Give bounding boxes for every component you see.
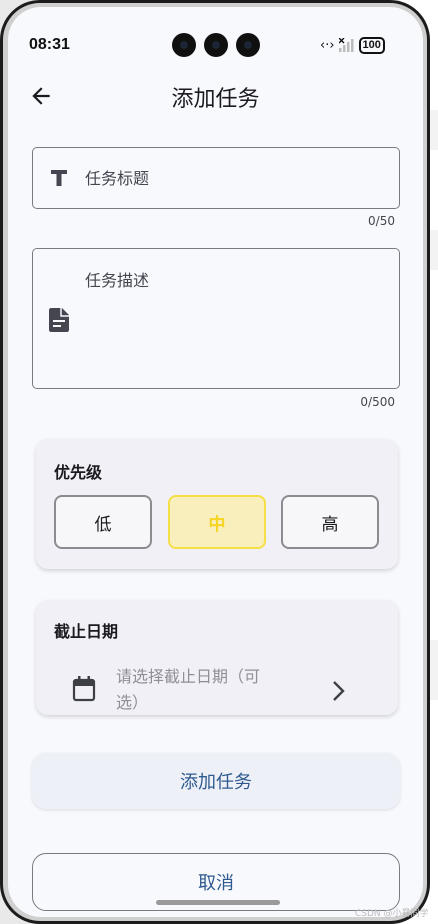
title-text-icon xyxy=(51,170,67,186)
chevron-right-icon xyxy=(333,681,345,701)
camera-icon xyxy=(204,33,228,57)
add-task-button[interactable]: 添加任务 xyxy=(32,753,400,809)
watermark: CSDN @小暴同学 xyxy=(355,909,429,919)
due-date-title: 截止日期 xyxy=(54,622,119,641)
document-icon xyxy=(49,308,69,332)
status-icons: ‹·› 100 xyxy=(320,36,385,54)
priority-card: 优先级 低 中 高 xyxy=(36,439,398,569)
phone-frame: 08:31 ‹·› 100 添加任务 任务标题 0/50 任务描述 0/500 … xyxy=(0,0,430,924)
home-indicator[interactable] xyxy=(156,900,280,905)
priority-title: 优先级 xyxy=(54,463,103,482)
signal-icon xyxy=(338,38,354,52)
phone-bezel: 08:31 ‹·› 100 添加任务 任务标题 0/50 任务描述 0/500 … xyxy=(3,3,427,921)
camera-icon xyxy=(172,33,196,57)
due-date-placeholder: 请选择截止日期（可 选） xyxy=(116,664,306,716)
description-field[interactable] xyxy=(32,248,400,389)
title-field[interactable] xyxy=(32,147,400,209)
title-char-counter: 0/50 xyxy=(368,214,395,228)
description-input[interactable] xyxy=(85,267,385,377)
status-time: 08:31 xyxy=(29,36,70,53)
network-indicator-icon: ‹·› xyxy=(320,37,335,53)
title-input[interactable] xyxy=(85,166,385,190)
due-date-placeholder-line: 选） xyxy=(116,693,149,712)
due-date-placeholder-line: 请选择截止日期（可 xyxy=(116,667,261,686)
status-bar: 08:31 ‹·› 100 xyxy=(8,7,423,77)
due-date-card: 截止日期 请选择截止日期（可 选） xyxy=(36,600,398,715)
description-char-counter: 0/500 xyxy=(360,395,395,409)
priority-medium-button[interactable]: 中 xyxy=(168,495,266,549)
priority-low-button[interactable]: 低 xyxy=(54,495,152,549)
app-bar: 添加任务 xyxy=(8,77,423,117)
calendar-icon xyxy=(72,676,96,702)
priority-high-button[interactable]: 高 xyxy=(281,495,379,549)
camera-icon xyxy=(236,33,260,57)
page-title: 添加任务 xyxy=(171,87,260,112)
app-screen: 08:31 ‹·› 100 添加任务 任务标题 0/50 任务描述 0/500 … xyxy=(8,7,423,917)
due-date-picker[interactable]: 请选择截止日期（可 选） xyxy=(36,656,398,726)
battery-icon: 100 xyxy=(358,36,385,54)
